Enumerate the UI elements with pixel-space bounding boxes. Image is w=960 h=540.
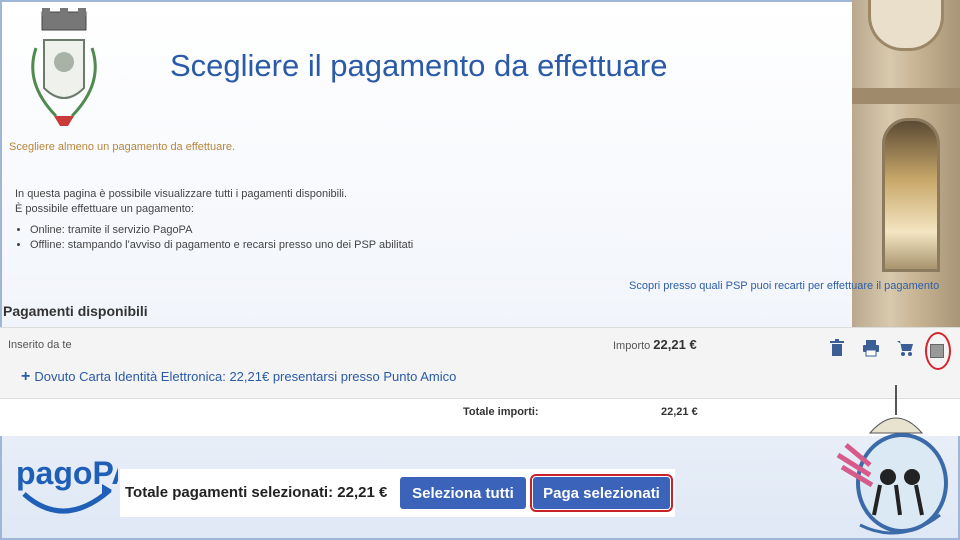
select-all-button[interactable]: Seleziona tutti — [400, 477, 526, 509]
warning-text: Scegliere almeno un pagamento da effettu… — [9, 141, 236, 153]
info-block: In questa pagina è possibile visualizzar… — [15, 187, 413, 253]
pay-selected-button[interactable]: Paga selezionati — [530, 474, 673, 512]
info-line-1: In questa pagina è possibile visualizzar… — [15, 188, 348, 200]
cart-icon[interactable] — [896, 339, 914, 357]
info-line-2: È possibile effettuare un pagamento: — [15, 203, 194, 215]
info-bullet-online: Online: tramite il servizio PagoPA — [30, 223, 413, 238]
importo-cell: Importo 22,21 € — [613, 337, 697, 352]
totale-label: Totale importi: — [463, 406, 539, 418]
tower-cornice — [852, 88, 960, 104]
selected-total: Totale pagamenti selezionati: 22,21 € — [125, 484, 388, 501]
payment-item[interactable]: + Dovuto Carta Identità Elettronica: 22,2… — [21, 368, 456, 386]
payments-table: Inserito da te Importo 22,21 € + Dovuto Ca… — [0, 327, 960, 436]
print-icon[interactable] — [862, 339, 880, 357]
payment-item-label: Dovuto Carta Identità Elettronica: 22,21… — [34, 369, 457, 384]
importo-label: Importo — [613, 340, 651, 352]
psp-link[interactable]: Scopri presso quali PSP puoi recarti per… — [629, 280, 939, 292]
tower-window — [882, 118, 940, 272]
row-actions — [828, 339, 914, 357]
tower-arch — [868, 0, 944, 51]
importo-value: 22,21 € — [653, 337, 697, 352]
info-list: Online: tramite il servizio PagoPA Offli… — [15, 223, 413, 253]
table-row: Inserito da te Importo 22,21 € + Dovuto Ca… — [0, 328, 960, 399]
plus-icon[interactable]: + — [21, 368, 30, 385]
page-title: Scegliere il pagamento da effettuare — [170, 48, 668, 83]
inserito-label: Inserito da te — [8, 339, 72, 351]
pagopa-logo-icon: pagoPA — [16, 455, 118, 514]
school-logo-icon — [836, 385, 948, 535]
totale-value: 22,21 € — [661, 406, 698, 418]
info-bullet-offline: Offline: stampando l'avviso di pagamento… — [30, 238, 413, 253]
trash-icon[interactable] — [828, 339, 846, 357]
select-checkbox[interactable] — [930, 344, 944, 358]
payment-bar: Totale pagamenti selezionati: 22,21 € Se… — [120, 469, 675, 517]
municipal-crest-icon — [31, 8, 97, 126]
section-title: Pagamenti disponibili — [3, 303, 148, 319]
